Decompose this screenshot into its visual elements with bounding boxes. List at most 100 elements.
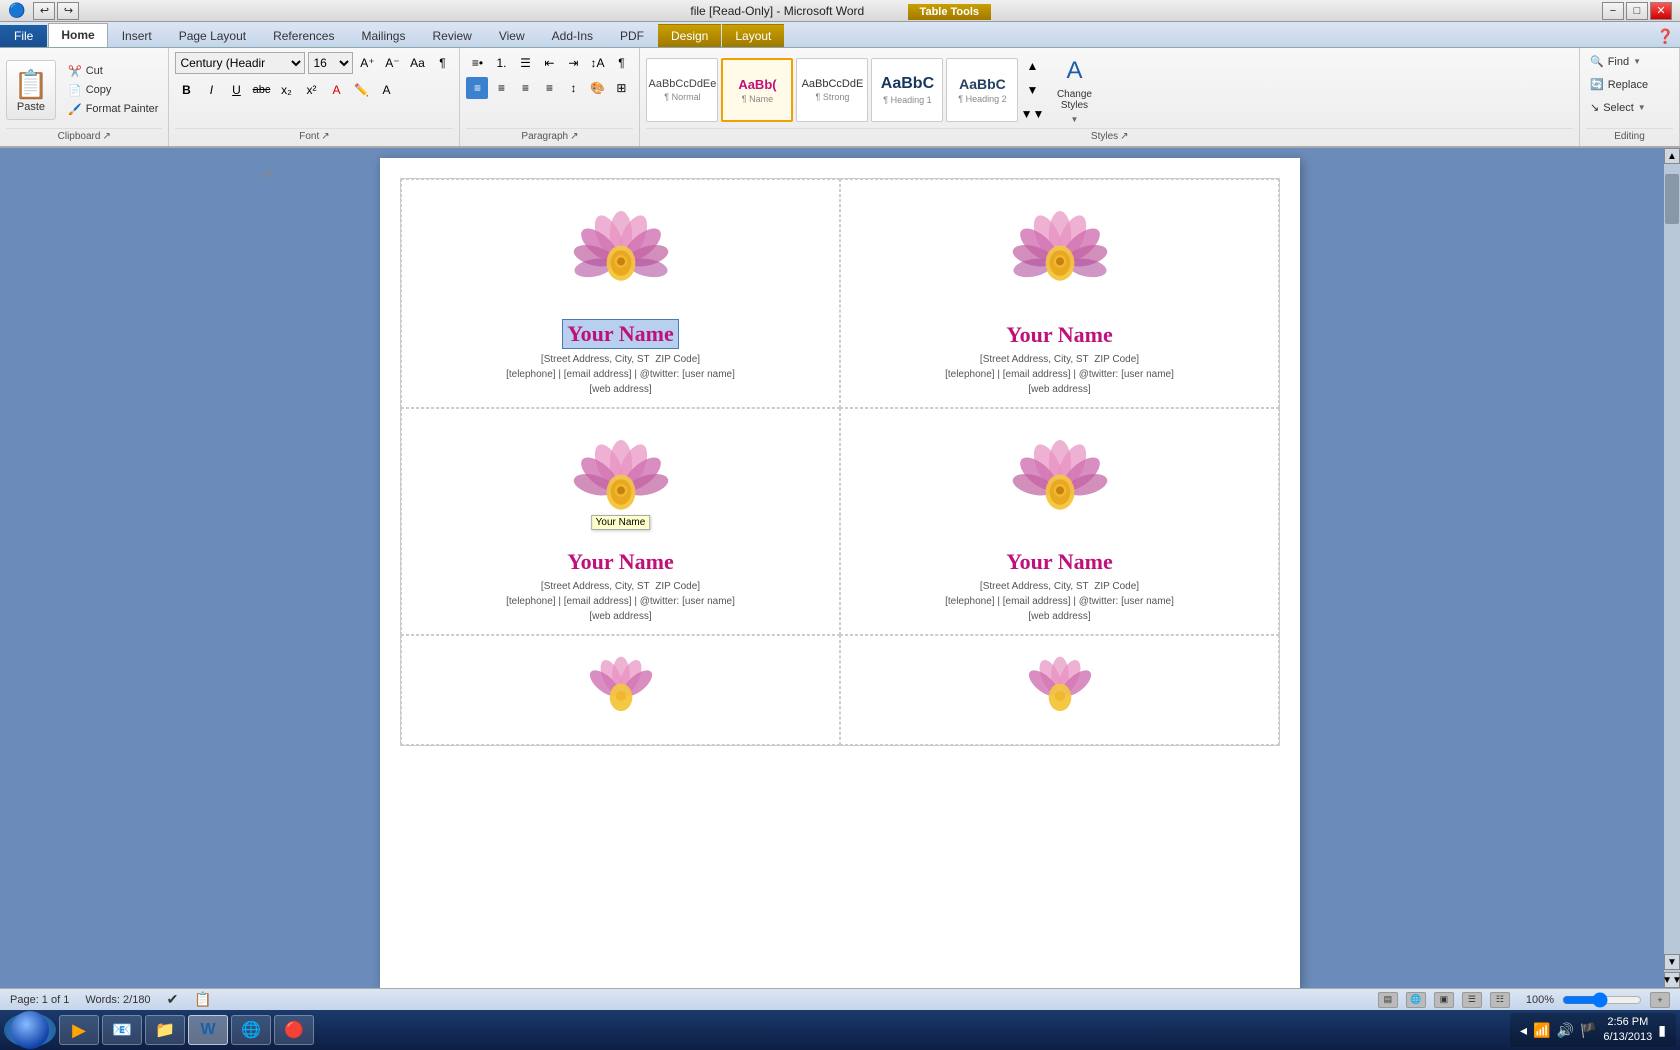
tab-view[interactable]: View (486, 24, 538, 47)
tab-page-layout[interactable]: Page Layout (166, 24, 259, 47)
tab-layout[interactable]: Layout (722, 24, 784, 47)
minimize-btn[interactable]: − (1602, 2, 1624, 20)
style-heading2[interactable]: AaBbC ¶ Heading 2 (946, 58, 1018, 122)
card-3-name[interactable]: Your Name (412, 549, 829, 575)
line-spacing-button[interactable]: ↕ (562, 77, 584, 99)
card-2-name[interactable]: Your Name (851, 322, 1268, 348)
card-1-name[interactable]: Your Name (563, 320, 678, 348)
business-card-4[interactable]: Your Name [Street Address, City, ST ZIP … (840, 408, 1279, 635)
bullets-button[interactable]: ≡• (466, 52, 488, 74)
style-heading1[interactable]: AaBbC ¶ Heading 1 (871, 58, 943, 122)
borders-button[interactable]: ⊞ (610, 77, 632, 99)
normal-view-btn[interactable]: ▤ (1378, 992, 1398, 1008)
multilevel-button[interactable]: ☰ (514, 52, 536, 74)
increase-indent-button[interactable]: ⇥ (562, 52, 584, 74)
decrease-indent-button[interactable]: ⇤ (538, 52, 560, 74)
web-layout-btn[interactable]: 🌐 (1406, 992, 1426, 1008)
align-right-button[interactable]: ≡ (514, 77, 536, 99)
highlight-button[interactable]: ✏️ (350, 79, 372, 101)
print-layout-btn[interactable]: ▣ (1434, 992, 1454, 1008)
taskbar-ie[interactable]: 🌐 (231, 1015, 271, 1045)
taskbar-outlook[interactable]: 📧 (102, 1015, 142, 1045)
clear-format-button[interactable]: Aa (406, 52, 428, 74)
tray-action-center[interactable]: 🏴 (1580, 1022, 1597, 1039)
business-card-1[interactable]: Your Name Your Name [Street Address, Cit… (401, 179, 840, 408)
zoom-in-btn[interactable]: + (1650, 992, 1670, 1008)
taskbar-word[interactable]: W (188, 1015, 228, 1045)
font-color-button[interactable]: A (325, 79, 347, 101)
business-card-5[interactable] (401, 635, 840, 745)
taskbar-chrome[interactable]: 🔴 (274, 1015, 314, 1045)
grow-font-button[interactable]: A⁺ (356, 52, 378, 74)
next-page-arrow[interactable]: ▼▼ (1664, 972, 1680, 988)
cut-button[interactable]: ✂️ Cut (64, 63, 162, 80)
font-family-select[interactable]: Century (Headir (175, 52, 305, 74)
tray-arrow[interactable]: ◂ (1520, 1022, 1527, 1039)
start-button[interactable] (4, 1013, 56, 1047)
tab-file[interactable]: File (0, 25, 47, 47)
tray-clock[interactable]: 2:56 PM 6/13/2013 (1603, 1015, 1652, 1046)
tab-references[interactable]: References (260, 24, 347, 47)
zoom-slider[interactable] (1562, 992, 1642, 1008)
tab-insert[interactable]: Insert (109, 24, 165, 47)
business-card-6[interactable] (840, 635, 1279, 745)
tab-addins[interactable]: Add-Ins (539, 24, 606, 47)
scroll-down-arrow[interactable]: ▼ (1664, 954, 1680, 970)
shrink-font-button[interactable]: A⁻ (381, 52, 403, 74)
spell-check-icon[interactable]: ✔ (167, 991, 179, 1008)
font-expander[interactable]: ↗ (321, 131, 329, 142)
paragraph-expander[interactable]: ↗ (570, 131, 578, 142)
pilcrow-button[interactable]: ¶ (610, 52, 632, 74)
scroll-thumb[interactable] (1665, 174, 1679, 224)
find-button[interactable]: 🔍 Find ▼ (1586, 52, 1645, 71)
tab-design[interactable]: Design (658, 24, 721, 47)
tab-pdf[interactable]: PDF (607, 24, 657, 47)
help-btn[interactable]: ❓ (1651, 26, 1680, 47)
justify-button[interactable]: ≡ (538, 77, 560, 99)
quick-access-btn[interactable]: ↩ (33, 2, 55, 20)
style-normal[interactable]: AaBbCcDdEe ¶ Normal (646, 58, 718, 122)
underline-button[interactable]: U (225, 79, 247, 101)
close-btn[interactable]: ✕ (1650, 2, 1672, 20)
font-size-select[interactable]: 16 (308, 52, 353, 74)
change-styles-button[interactable]: A ChangeStyles ▼ (1046, 58, 1102, 122)
tray-network[interactable]: 📶 (1533, 1022, 1550, 1039)
style-strong[interactable]: AaBbCcDdE ¶ Strong (796, 58, 868, 122)
shading-button[interactable]: 🎨 (586, 77, 608, 99)
copy-button[interactable]: 📄 Copy (64, 82, 162, 99)
format-painter-button[interactable]: 🖌️ Format Painter (64, 101, 162, 118)
align-center-button[interactable]: ≡ (490, 77, 512, 99)
bold-button[interactable]: B (175, 79, 197, 101)
tray-volume[interactable]: 🔊 (1556, 1022, 1573, 1039)
restore-btn[interactable]: □ (1626, 2, 1648, 20)
paste-button[interactable]: 📋 Paste (6, 60, 56, 120)
numbering-button[interactable]: 1. (490, 52, 512, 74)
taskbar-explorer[interactable]: 📁 (145, 1015, 185, 1045)
tab-review[interactable]: Review (419, 24, 484, 47)
subscript-button[interactable]: x₂ (275, 79, 297, 101)
style-name[interactable]: AaBb( ¶ Name (721, 58, 793, 122)
replace-button[interactable]: 🔄 Replace (1586, 75, 1652, 94)
text-effects-button[interactable]: A (375, 79, 397, 101)
tab-home[interactable]: Home (48, 23, 107, 47)
show-chars-button[interactable]: ¶ (431, 52, 453, 74)
review-icon[interactable]: 📋 (194, 991, 211, 1008)
sort-button[interactable]: ↕A (586, 52, 608, 74)
tab-mailings[interactable]: Mailings (348, 24, 418, 47)
business-card-2[interactable]: Your Name [Street Address, City, ST ZIP … (840, 179, 1279, 408)
select-button[interactable]: ↘ Select ▼ (1586, 98, 1650, 117)
draft-view-btn[interactable]: ☷ (1490, 992, 1510, 1008)
superscript-button[interactable]: x² (300, 79, 322, 101)
styles-expander[interactable]: ↗ (1120, 131, 1128, 142)
styles-scroll-down[interactable]: ▼ (1021, 79, 1043, 101)
scroll-up-arrow[interactable]: ▲ (1664, 148, 1680, 164)
clipboard-expander[interactable]: ↗ (102, 131, 110, 142)
redo-btn[interactable]: ↪ (57, 2, 79, 20)
styles-more[interactable]: ▼▼ (1021, 103, 1043, 125)
taskbar-media-player[interactable]: ▶ (59, 1015, 99, 1045)
styles-scroll-up[interactable]: ▲ (1021, 55, 1043, 77)
align-left-button[interactable]: ≡ (466, 77, 488, 99)
outline-view-btn[interactable]: ☰ (1462, 992, 1482, 1008)
card-4-name[interactable]: Your Name (851, 549, 1268, 575)
show-desktop-btn[interactable]: ▮ (1658, 1022, 1666, 1039)
